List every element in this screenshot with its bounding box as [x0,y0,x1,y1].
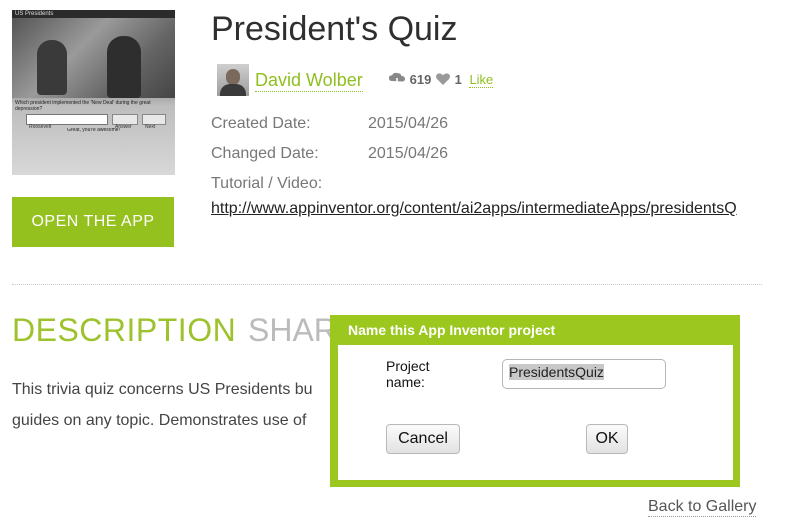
author-link[interactable]: David Wolber [255,69,363,92]
thumbnail-titlebar: US Presidents [12,10,175,18]
like-count: 1 [454,72,462,87]
thumbnail-person [37,40,67,95]
tutorial-label: Tutorial / Video: [211,175,323,192]
cancel-button[interactable]: Cancel [386,424,460,454]
thumbnail-next-label: Next [145,124,156,130]
avatar[interactable] [217,64,249,96]
section-divider [12,284,762,285]
dialog-title: Name this App Inventor project [348,322,556,338]
download-count: 619 [409,72,432,87]
thumbnail-question: Which president implemented the 'New Dea… [15,100,151,112]
ok-button[interactable]: OK [586,424,628,454]
thumbnail-feedback: Great, you're awesome! [67,128,120,133]
project-name-label: Project name: [386,358,430,390]
tab-share[interactable]: SHAR [248,312,337,349]
tab-description[interactable]: DESCRIPTION [12,312,236,349]
tutorial-link[interactable]: http://www.appinventor.org/content/ai2ap… [211,200,737,218]
name-project-dialog: Name this App Inventor project Project n… [330,315,740,487]
description-line-1: This trivia quiz concerns US Presidents … [12,381,313,398]
download-icon [388,72,406,89]
thumbnail-answer-placeholder: Roosevelt [29,124,52,130]
avatar-shoulders [220,84,246,96]
thumbnail-next-button: Next [142,114,166,130]
dialog-body: Project name: PresidentsQuiz Cancel OK [338,345,733,480]
thumbnail-photo [12,18,175,98]
created-date-label: Created Date: [211,115,311,132]
open-app-button[interactable]: OPEN THE APP [12,197,174,247]
project-name-value: PresidentsQuiz [509,364,604,380]
heart-icon[interactable] [435,72,451,89]
created-date-value: 2015/04/26 [368,115,449,132]
like-link[interactable]: Like [469,72,494,88]
app-stats: 619 1 Like [388,72,494,89]
page-title: President's Quiz [211,10,458,48]
back-to-gallery-link[interactable]: Back to Gallery [648,498,757,517]
thumbnail-person [107,36,141,98]
thumbnail-answer-box: Roosevelt [26,114,108,130]
avatar-head [226,69,240,85]
thumbnail-caption: US Presidents [15,11,54,17]
changed-date-label: Changed Date: [211,145,319,162]
thumbnail-answer-button: Answer [112,114,138,130]
changed-date-value: 2015/04/26 [368,145,449,162]
project-name-input[interactable]: PresidentsQuiz [502,359,666,389]
app-thumbnail: US Presidents Which president implemente… [12,10,175,175]
description-line-2: guides on any topic. Demonstrates use of [12,412,307,429]
